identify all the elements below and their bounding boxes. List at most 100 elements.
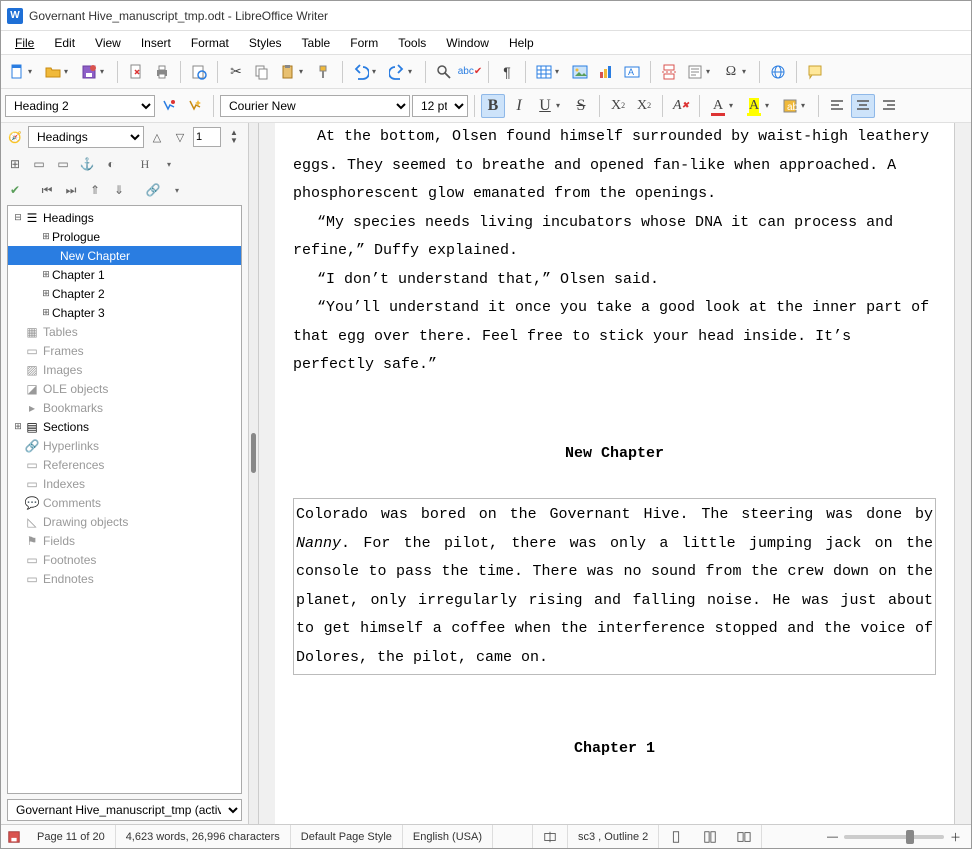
underline-dd[interactable]: ▾	[556, 101, 564, 110]
nav-next-icon[interactable]: ▽	[170, 127, 190, 147]
insert-field-button[interactable]	[683, 60, 707, 84]
zoom-out-button[interactable]: —	[827, 831, 838, 843]
clone-formatting-button[interactable]	[312, 60, 336, 84]
menu-format[interactable]: Format	[181, 33, 239, 53]
highlight-dd[interactable]: ▾	[765, 101, 773, 110]
update-style-button[interactable]	[157, 94, 181, 118]
align-left-button[interactable]	[825, 94, 849, 118]
cut-button[interactable]: ✂	[224, 60, 248, 84]
nav-header-button[interactable]: ▭	[53, 154, 73, 174]
nav-heading-levels-button[interactable]: H	[135, 154, 155, 174]
special-char-button[interactable]: Ω	[719, 60, 743, 84]
body-text[interactable]: At the bottom, Olsen found himself surro…	[293, 123, 936, 209]
undo-button[interactable]	[349, 60, 373, 84]
status-selection-mode[interactable]	[533, 825, 568, 848]
tree-drawing[interactable]: ◺Drawing objects	[8, 512, 241, 531]
nav-doc-select[interactable]: Governant Hive_manuscript_tmp (active)	[7, 799, 242, 821]
save-dd[interactable]: ▾	[100, 67, 108, 76]
paragraph-style-select[interactable]: Heading 2	[5, 95, 155, 117]
nav-drag-dd[interactable]: ▾	[167, 180, 187, 200]
undo-dd[interactable]: ▾	[372, 67, 380, 76]
menu-edit[interactable]: Edit	[44, 33, 85, 53]
menu-window[interactable]: Window	[436, 33, 499, 53]
tree-footnotes[interactable]: ▭Footnotes	[8, 550, 241, 569]
highlight-button[interactable]: A	[742, 94, 766, 118]
print-button[interactable]	[150, 60, 174, 84]
save-button[interactable]	[77, 60, 101, 84]
nav-prev-icon[interactable]: △	[147, 127, 167, 147]
tree-sections[interactable]: ⊞▤Sections	[8, 417, 241, 436]
tree-chapter2[interactable]: ⊞Chapter 2	[8, 284, 241, 303]
tree-frames[interactable]: ▭Frames	[8, 341, 241, 360]
menu-view[interactable]: View	[85, 33, 131, 53]
nav-content-view-button[interactable]: ⊞	[5, 154, 25, 174]
spellcheck-button[interactable]: abc✔	[458, 60, 482, 84]
nav-mode-select[interactable]: Headings	[28, 126, 144, 148]
find-button[interactable]	[432, 60, 456, 84]
nav-h-dd[interactable]: ▾	[159, 154, 179, 174]
menu-tools[interactable]: Tools	[388, 33, 436, 53]
insert-image-button[interactable]	[568, 60, 592, 84]
tree-fields[interactable]: ⚑Fields	[8, 531, 241, 550]
export-pdf-button[interactable]	[124, 60, 148, 84]
status-signature[interactable]: sc3 , Outline 2	[568, 825, 659, 848]
italic-button[interactable]: I	[507, 94, 531, 118]
tree-ole[interactable]: ◪OLE objects	[8, 379, 241, 398]
menu-styles[interactable]: Styles	[239, 33, 292, 53]
font-name-select[interactable]: Courier New	[220, 95, 410, 117]
char-h-dd[interactable]: ▾	[801, 101, 809, 110]
redo-dd[interactable]: ▾	[408, 67, 416, 76]
field-dd[interactable]: ▾	[706, 67, 714, 76]
body-text-frame[interactable]: Colorado was bored on the Governant Hive…	[293, 498, 936, 675]
char-highlight-button[interactable]: ab	[778, 94, 802, 118]
nav-toggle-button[interactable]: ▭	[29, 154, 49, 174]
navigator-tree[interactable]: ⊟☰Headings ⊞Prologue New Chapter ⊞Chapte…	[7, 205, 242, 794]
tree-headings[interactable]: ⊟☰Headings	[8, 208, 241, 227]
tree-prologue[interactable]: ⊞Prologue	[8, 227, 241, 246]
nav-globe-icon[interactable]: 🧭	[5, 127, 25, 147]
document-page[interactable]: At the bottom, Olsen found himself surro…	[275, 123, 955, 824]
nav-page-input[interactable]	[193, 127, 221, 147]
tree-comments[interactable]: 💬Comments	[8, 493, 241, 512]
bold-button[interactable]: B	[481, 94, 505, 118]
align-center-button[interactable]	[851, 94, 875, 118]
menu-file[interactable]: File	[5, 33, 44, 53]
status-view-single[interactable]	[659, 825, 693, 848]
clear-formatting-button[interactable]: A✖	[669, 94, 693, 118]
insert-textbox-button[interactable]: A	[620, 60, 644, 84]
zoom-slider[interactable]	[844, 835, 944, 839]
nav-listbox-button[interactable]: ✔	[5, 180, 25, 200]
paste-dd[interactable]: ▾	[299, 67, 307, 76]
insert-chart-button[interactable]	[594, 60, 618, 84]
heading-chapter1[interactable]: Chapter 1	[293, 735, 936, 764]
tree-images[interactable]: ▨Images	[8, 360, 241, 379]
nav-promote-chapter-button[interactable]: ⏮	[37, 180, 57, 200]
tree-bookmarks[interactable]: ▸Bookmarks	[8, 398, 241, 417]
body-text[interactable]: “I don’t understand that,” Olsen said.	[293, 266, 936, 295]
nav-promote-level-button[interactable]: ⇑	[85, 180, 105, 200]
comment-button[interactable]	[803, 60, 827, 84]
menu-insert[interactable]: Insert	[131, 33, 181, 53]
tree-chapter3[interactable]: ⊞Chapter 3	[8, 303, 241, 322]
nav-demote-chapter-button[interactable]: ⏭	[61, 180, 81, 200]
hyperlink-button[interactable]	[766, 60, 790, 84]
new-button[interactable]	[5, 60, 29, 84]
font-size-select[interactable]: 12 pt	[412, 95, 468, 117]
zoom-in-button[interactable]: ＋	[950, 829, 961, 845]
insert-table-button[interactable]	[532, 60, 556, 84]
tree-hyperlinks[interactable]: 🔗Hyperlinks	[8, 436, 241, 455]
status-wordcount[interactable]: 4,623 words, 26,996 characters	[116, 825, 291, 848]
nav-anchor-button[interactable]: ⚓	[77, 154, 97, 174]
status-view-multi[interactable]	[693, 825, 727, 848]
copy-button[interactable]	[250, 60, 274, 84]
tree-chapter1[interactable]: ⊞Chapter 1	[8, 265, 241, 284]
new-dd[interactable]: ▾	[28, 67, 36, 76]
menu-table[interactable]: Table	[292, 33, 341, 53]
tree-tables[interactable]: ▦Tables	[8, 322, 241, 341]
page-break-button[interactable]	[657, 60, 681, 84]
body-text[interactable]: “You’ll understand it once you take a go…	[293, 294, 936, 380]
nav-demote-level-button[interactable]: ⇓	[109, 180, 129, 200]
splitter[interactable]	[249, 123, 259, 824]
print-preview-button[interactable]	[187, 60, 211, 84]
status-language[interactable]: English (USA)	[403, 825, 493, 848]
